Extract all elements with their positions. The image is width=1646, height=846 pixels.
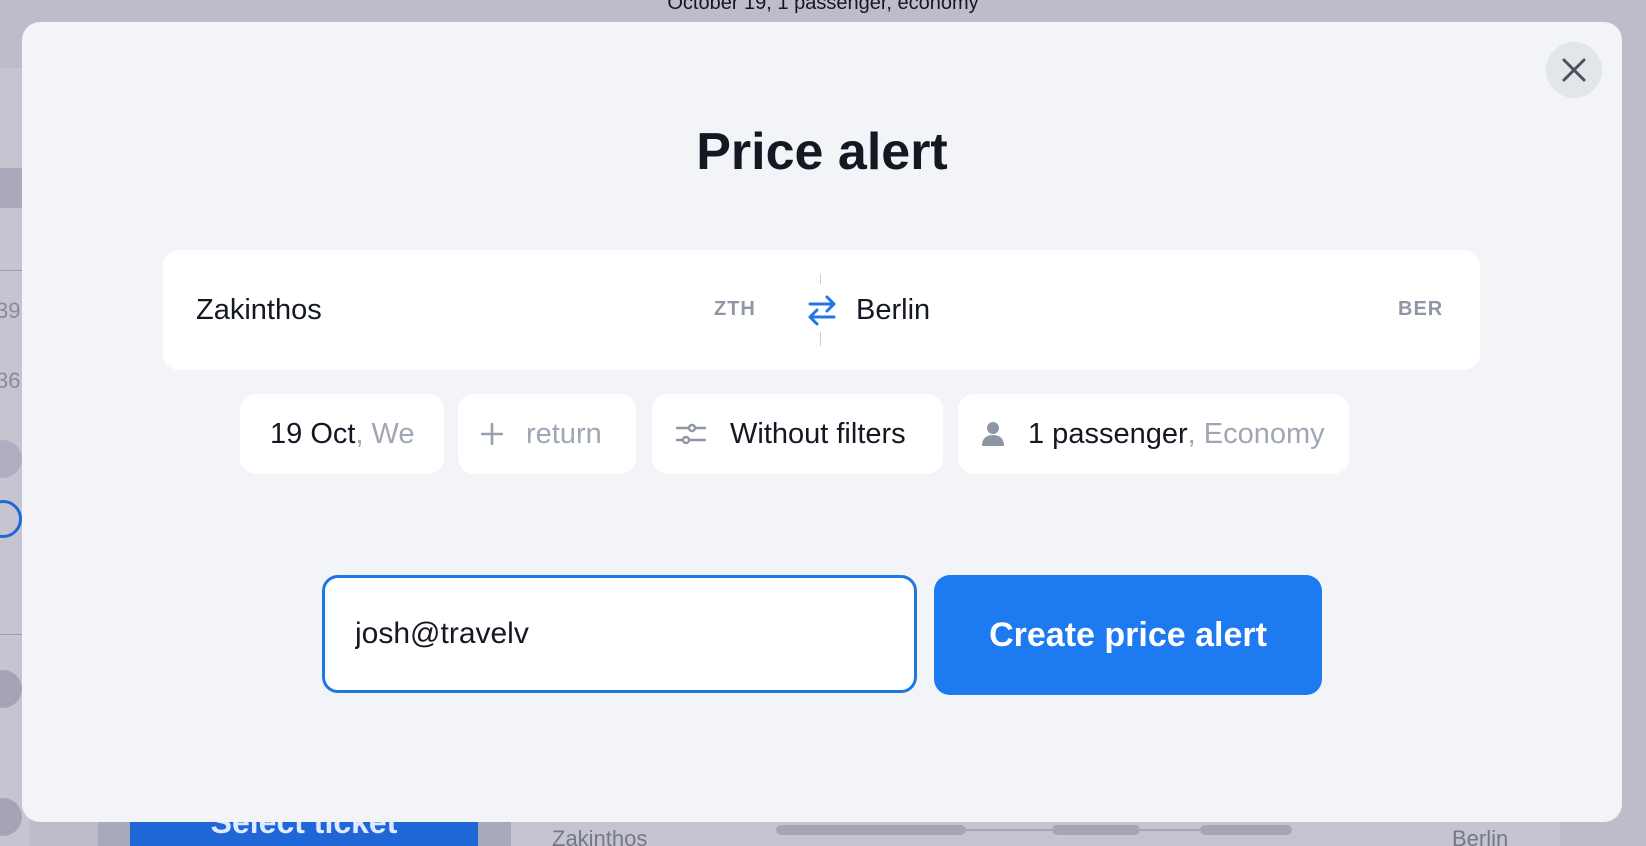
filter-sliders-icon [676, 423, 706, 445]
flight-destination: Berlin [1452, 826, 1509, 846]
filters-label: Without filters [730, 417, 906, 450]
cabin-class: , Economy [1187, 417, 1325, 450]
swap-arrows-icon [808, 295, 836, 326]
timeline-segment [776, 825, 966, 835]
plus-icon [480, 423, 504, 445]
passenger-count: 1 passenger [1028, 417, 1188, 450]
price-alert-modal: Price alert Zakinthos ZTH Berlin BER 19 … [22, 22, 1622, 822]
departure-weekday: , We [355, 417, 415, 450]
close-icon [1562, 58, 1586, 82]
email-field[interactable] [322, 575, 917, 693]
left-value: 39 [0, 298, 21, 323]
timeline-connector [966, 829, 1052, 831]
modal-title: Price alert [696, 123, 948, 181]
left-value: 36 [0, 368, 21, 393]
search-summary: October 19, 1 passenger, economy [667, 0, 979, 14]
origin-field[interactable]: Zakinthos [196, 294, 322, 327]
return-label: return [526, 417, 602, 450]
filters-chip[interactable]: Without filters [652, 394, 943, 474]
create-price-alert-button[interactable]: Create price alert [934, 575, 1322, 695]
timeline-segment [1052, 825, 1140, 835]
close-button[interactable] [1546, 42, 1602, 98]
return-date-chip[interactable]: return [458, 394, 636, 474]
departure-date: 19 Oct [270, 417, 356, 450]
route-selector: Zakinthos ZTH Berlin BER [163, 250, 1480, 370]
swap-route-button[interactable] [805, 292, 839, 328]
destination-code: BER [1398, 298, 1444, 320]
timeline-connector [1140, 829, 1200, 831]
passenger-class-chip[interactable]: 1 passenger, Economy [958, 394, 1349, 474]
timeline-segment [1200, 825, 1292, 835]
departure-date-chip[interactable]: 19 Oct, We [240, 394, 444, 474]
origin-code: ZTH [714, 298, 756, 320]
flight-origin: Zakinthos [552, 826, 648, 846]
destination-field[interactable]: Berlin [856, 294, 930, 327]
person-icon [980, 421, 1006, 447]
